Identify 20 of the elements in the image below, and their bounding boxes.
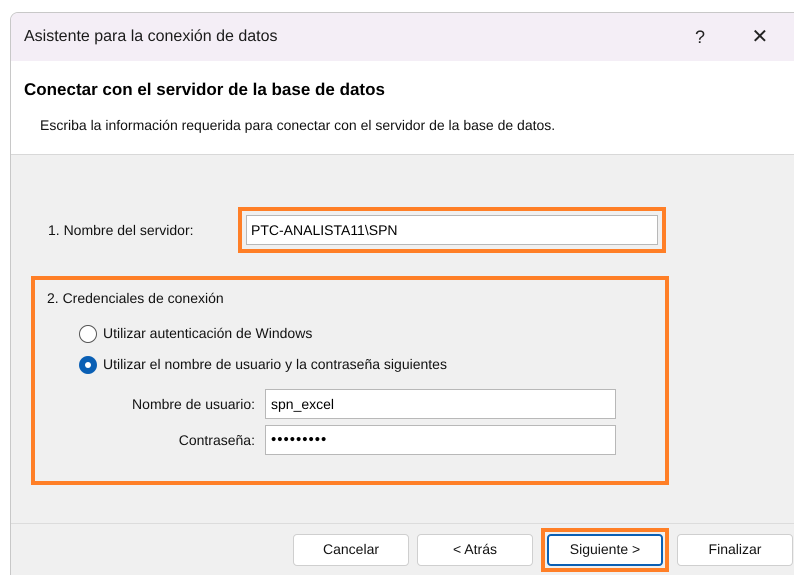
radio-label[interactable]: Utilizar autenticación de Windows (103, 323, 312, 344)
field-label: 1. Nombre del servidor: (48, 220, 195, 240)
wizard-button[interactable]: Cancelar (293, 534, 409, 566)
radio-label[interactable]: Utilizar el nombre de usuario y la contraseña siguientes (103, 354, 447, 375)
group-title: 2. Credenciales de conexión (47, 289, 225, 308)
close-button[interactable]: ✕ (740, 22, 780, 52)
password-field[interactable]: ••••••••• (265, 425, 616, 455)
wizard-button[interactable]: Finalizar (677, 534, 793, 566)
window-title: Asistente para la conexión de datos (24, 27, 278, 47)
field-label: Contraseña: (178, 430, 256, 450)
wizard-button[interactable]: Siguiente > (547, 534, 663, 566)
radio-button[interactable] (79, 324, 97, 342)
page-description: Escriba la información requerida para conectar con el servidor de la base de datos. (40, 116, 556, 135)
server-name-field[interactable]: PTC-ANALISTA11\SPN (246, 215, 658, 245)
wizard-button[interactable]: < Atrás (417, 534, 533, 566)
field-label: Nombre de usuario: (131, 394, 256, 414)
help-button[interactable]: ? (680, 24, 720, 50)
radio-button[interactable] (79, 356, 97, 374)
page-heading: Conectar con el servidor de la base de datos (24, 79, 386, 101)
username-field[interactable]: spn_excel (265, 389, 616, 419)
